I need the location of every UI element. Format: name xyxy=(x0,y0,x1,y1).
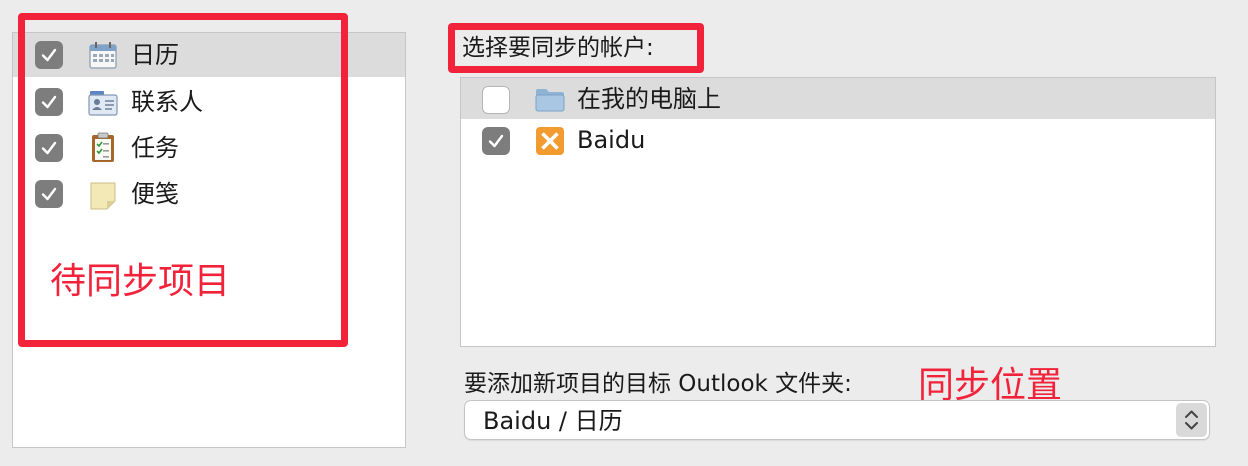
account-on-my-computer[interactable]: 在我的电脑上 xyxy=(461,78,1215,119)
folder-icon xyxy=(535,89,565,112)
chevron-up-down-icon[interactable] xyxy=(1176,403,1207,437)
target-folder-select[interactable]: Baidu / 日历 xyxy=(464,400,1210,440)
target-folder-value: Baidu / 日历 xyxy=(483,407,623,435)
accounts-list: 在我的电脑上 Baidu xyxy=(460,77,1216,347)
account-baidu[interactable]: Baidu xyxy=(461,120,1215,161)
baidu-checkbox[interactable] xyxy=(482,127,510,155)
account-label: Baidu xyxy=(577,126,646,154)
exchange-icon xyxy=(536,127,564,155)
checkmark-icon xyxy=(488,134,504,148)
account-label: 在我的电脑上 xyxy=(577,85,721,113)
annotation-sync-items: 待同步项目 xyxy=(50,261,231,302)
on-my-computer-checkbox[interactable] xyxy=(482,86,510,114)
target-folder-label: 要添加新项目的目标 Outlook 文件夹: xyxy=(464,371,852,397)
accounts-heading: 选择要同步的帐户: xyxy=(462,35,654,61)
